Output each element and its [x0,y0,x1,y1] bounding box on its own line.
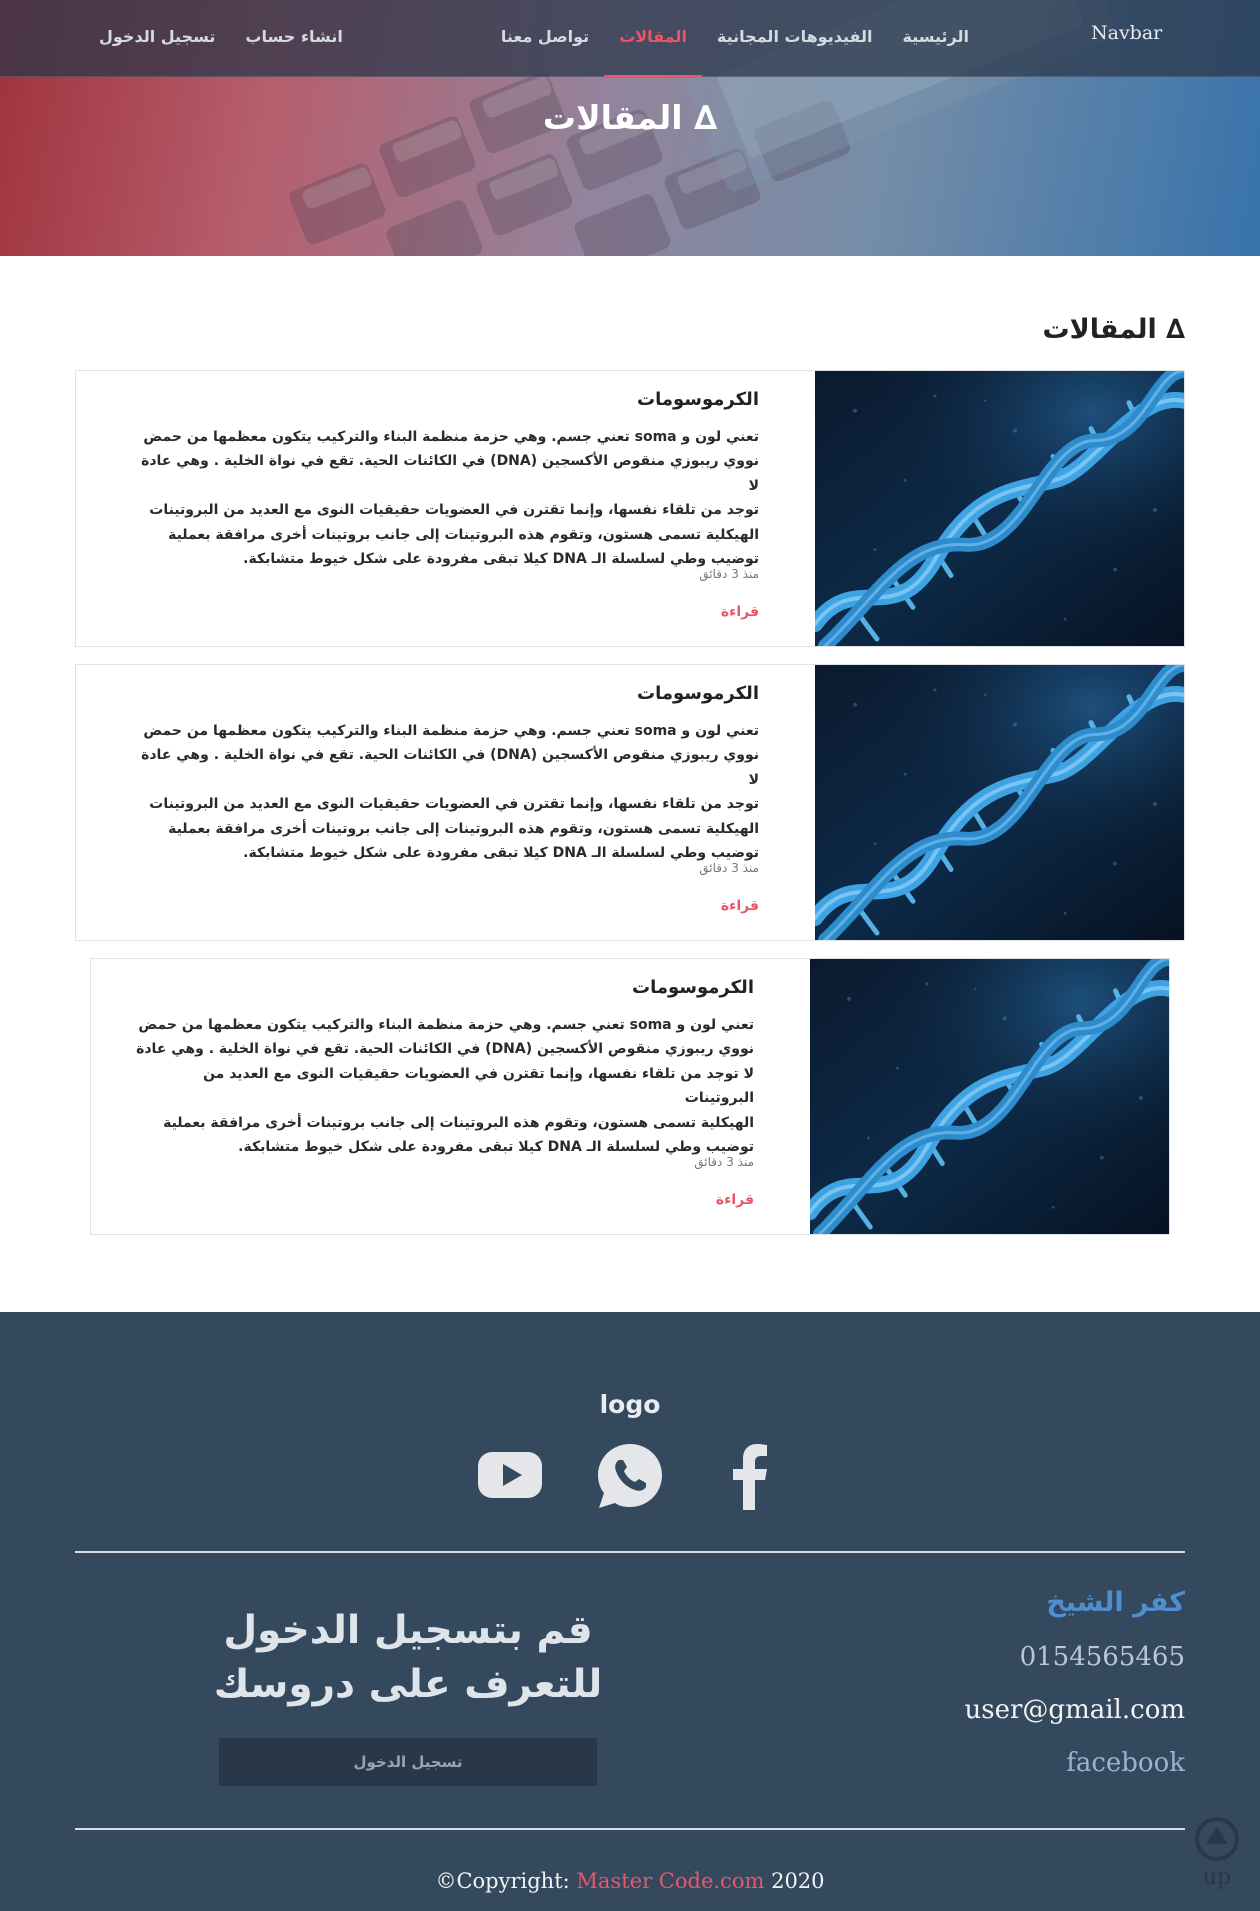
scroll-to-top-button[interactable]: up [1193,1815,1241,1911]
footer: logo كفر الشيخ 0154565465 user@gmail.com… [0,1312,1260,1911]
nav-link-articles[interactable]: المقالات [604,0,702,78]
copyright-brand-link[interactable]: Master Code.com [576,1869,764,1893]
login-cta-text: قم بتسجيل الدخول للتعرف على دروسك [213,1608,603,1707]
contact-email[interactable]: user@gmail.com [965,1695,1185,1725]
whatsapp-icon[interactable] [594,1440,666,1512]
nav-link-home[interactable]: الرئيسية [888,0,985,77]
article-card: الكرموسومات تعني لون و soma تعني جسم. وه… [75,664,1185,941]
nav-register-link[interactable]: انشاء حساب [230,0,357,77]
nav-link-free-videos[interactable]: الفيديوهات المجانية [702,0,888,77]
navbar-brand[interactable]: Navbar [1091,22,1171,44]
article-title: الكرموسومات [636,683,759,704]
article-title: الكرموسومات [636,389,759,410]
navbar-auth: تسجيل الدخول انشاء حساب [84,0,358,77]
footer-login-button[interactable]: تسجيل الدخول [219,1738,597,1786]
navbar: Navbar الرئيسية الفيديوهات المجانية المق… [0,0,1260,78]
article-time: منذ 3 دقائق [699,567,759,581]
hero-title: ∆ المقالات [542,98,718,137]
article-body: الكرموسومات تعني لون و soma تعني جسم. وه… [139,665,759,940]
chevron-up-icon [1195,1817,1239,1861]
article-time: منذ 3 دقائق [699,861,759,875]
article-dna-image [810,959,1169,1234]
contact-facebook-link[interactable]: facebook [1066,1748,1185,1778]
nav-link-contact[interactable]: تواصل معنا [486,0,604,77]
article-body: الكرموسومات تعني لون و soma تعني جسم. وه… [134,959,754,1234]
article-card: الكرموسومات تعني لون و soma تعني جسم. وه… [90,958,1170,1235]
facebook-icon[interactable] [715,1440,787,1512]
article-dna-image [815,371,1184,646]
article-body: الكرموسومات تعني لون و soma تعني جسم. وه… [139,371,759,646]
article-card: الكرموسومات تعني لون و soma تعني جسم. وه… [75,370,1185,647]
article-excerpt: تعني لون و soma تعني جسم. وهي حزمة منظمة… [141,723,759,862]
article-excerpt: تعني لون و soma تعني جسم. وهي حزمة منظمة… [141,429,759,568]
youtube-icon[interactable] [474,1440,546,1512]
footer-divider [75,1551,1185,1553]
article-read-link[interactable]: قراءة [721,898,759,914]
footer-divider [75,1828,1185,1830]
article-read-link[interactable]: قراءة [716,1192,754,1208]
contact-phone: 0154565465 [1019,1642,1185,1672]
footer-logo: logo [599,1390,661,1419]
scroll-to-top-label: up [1202,1865,1232,1890]
contact-city: كفر الشيخ [1046,1587,1185,1618]
copyright: ©Copyright: Master Code.com 2020 [435,1869,825,1893]
navbar-links: الرئيسية الفيديوهات المجانية المقالات تو… [486,0,985,78]
nav-login-link[interactable]: تسجيل الدخول [84,0,230,77]
article-time: منذ 3 دقائق [694,1155,754,1169]
article-excerpt: تعني لون و soma تعني جسم. وهي حزمة منظمة… [136,1017,754,1156]
article-dna-image [815,665,1184,940]
article-title: الكرموسومات [631,977,754,998]
section-title: ∆ المقالات [1042,314,1185,345]
article-read-link[interactable]: قراءة [721,604,759,620]
